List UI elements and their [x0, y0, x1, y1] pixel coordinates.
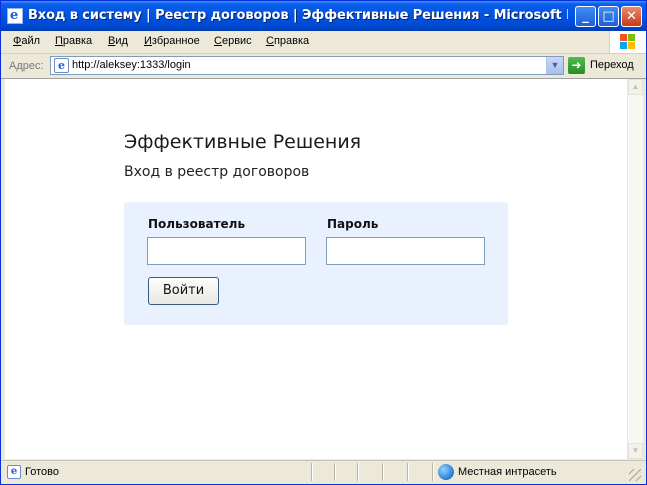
- password-label: Пароль: [327, 217, 379, 231]
- login-button[interactable]: Войти: [148, 277, 219, 305]
- address-input[interactable]: e http://aleksey:1333/login ▼: [50, 56, 564, 75]
- status-divider: [334, 463, 336, 481]
- username-label: Пользователь: [148, 217, 246, 231]
- login-form: Пользователь Пароль Войти: [124, 202, 508, 325]
- window-title: Вход в систему | Реестр договоров | Эффе…: [28, 8, 568, 23]
- close-button[interactable]: ✕: [621, 6, 642, 27]
- menu-edit[interactable]: Правка: [55, 35, 92, 47]
- go-label: Переход: [590, 59, 634, 71]
- scroll-down-icon[interactable]: ▼: [628, 443, 643, 459]
- zone-text: Местная интрасеть: [458, 466, 557, 478]
- resize-grip-icon[interactable]: [629, 469, 641, 481]
- status-divider: [382, 463, 384, 481]
- status-divider: [357, 463, 359, 481]
- scroll-up-icon[interactable]: ▲: [628, 79, 643, 95]
- page-viewport: Эффективные Решения Вход в реестр догово…: [5, 79, 627, 459]
- menu-file[interactable]: Файл: [13, 35, 40, 47]
- vertical-scrollbar[interactable]: ▲ ▼: [627, 79, 643, 459]
- maximize-button[interactable]: □: [598, 6, 619, 27]
- status-text: Готово: [25, 466, 59, 478]
- go-arrow-icon: ➜: [568, 57, 585, 74]
- status-bar: e Готово Местная интрасеть: [1, 460, 646, 484]
- menu-favorites[interactable]: Избранное: [144, 35, 200, 47]
- go-button[interactable]: ➜ Переход: [568, 57, 644, 75]
- intranet-globe-icon: [438, 464, 454, 480]
- brand-heading: Эффективные Решения: [124, 131, 362, 153]
- username-field[interactable]: [147, 237, 306, 265]
- title-bar[interactable]: e Вход в систему | Реестр договоров | Эф…: [1, 1, 646, 31]
- ie-page-icon: e: [7, 8, 23, 24]
- minimize-button[interactable]: _: [575, 6, 596, 27]
- address-label: Адрес:: [9, 60, 44, 72]
- page-subtitle: Вход в реестр договоров: [124, 164, 310, 180]
- menu-tools[interactable]: Сервис: [214, 35, 252, 47]
- address-bar: Адрес: e http://aleksey:1333/login ▼ ➜ П…: [1, 54, 646, 79]
- menu-help[interactable]: Справка: [266, 35, 309, 47]
- status-page-icon: e: [7, 465, 21, 479]
- address-url: http://aleksey:1333/login: [72, 59, 191, 71]
- status-divider: [432, 463, 434, 481]
- password-field[interactable]: [326, 237, 485, 265]
- page-icon: e: [54, 58, 69, 73]
- status-divider: [311, 463, 313, 481]
- browser-window: e Вход в систему | Реестр договоров | Эф…: [0, 0, 647, 485]
- status-divider: [407, 463, 409, 481]
- windows-logo-icon: [609, 31, 646, 53]
- address-dropdown-icon[interactable]: ▼: [546, 57, 563, 74]
- menu-bar: Файл Правка Вид Избранное Сервис Справка: [1, 31, 646, 54]
- menu-view[interactable]: Вид: [108, 35, 128, 47]
